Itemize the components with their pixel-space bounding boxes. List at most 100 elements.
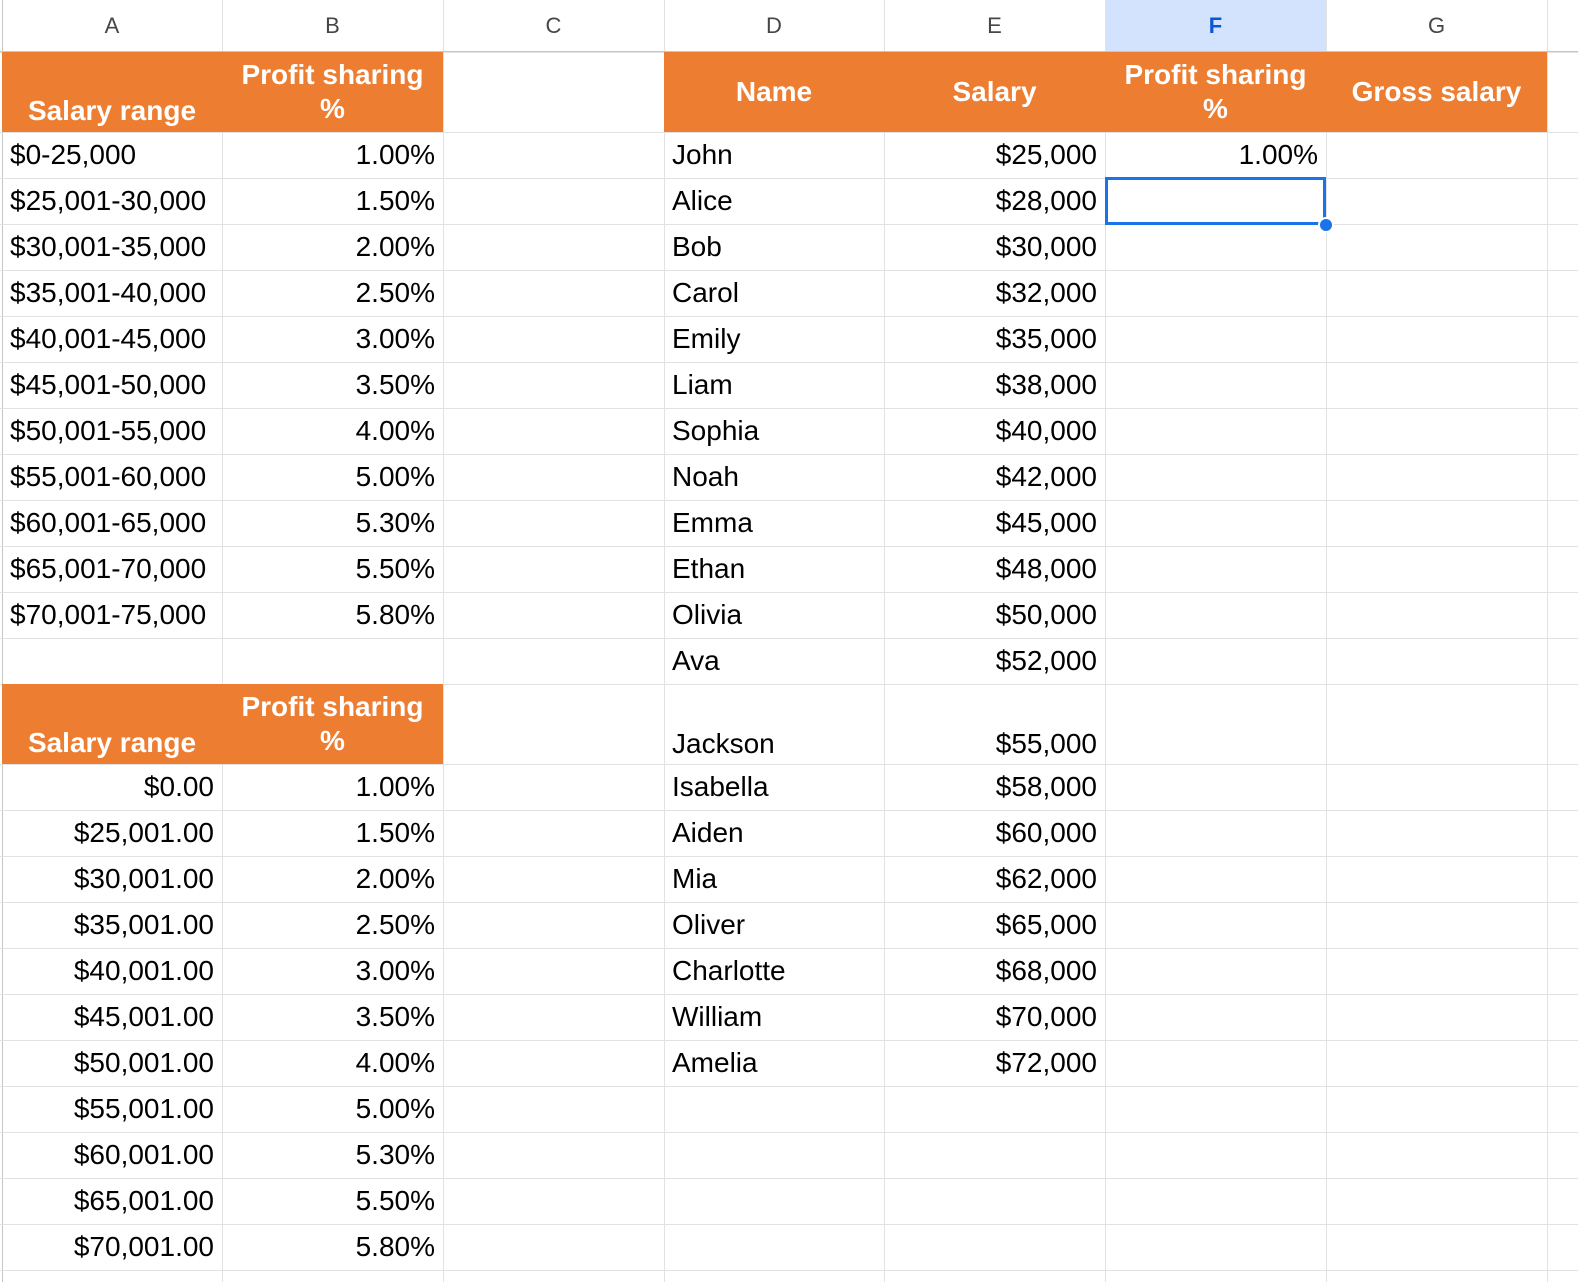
- cell-name[interactable]: William: [664, 994, 884, 1040]
- cell-profit-sharing[interactable]: [1105, 316, 1326, 362]
- cell-profit-sharing[interactable]: [1105, 224, 1326, 270]
- column-header-a[interactable]: A: [2, 0, 222, 52]
- cell-name[interactable]: Alice: [664, 178, 884, 224]
- column-header-e[interactable]: E: [884, 0, 1105, 52]
- cell-profit-sharing[interactable]: [1105, 546, 1326, 592]
- cell-profit-sharing[interactable]: 5.30%: [222, 1132, 443, 1178]
- cell-name[interactable]: Jackson: [664, 684, 884, 764]
- cell-salary[interactable]: $70,000: [884, 994, 1105, 1040]
- cell-salary[interactable]: $52,000: [884, 638, 1105, 684]
- cell-salary-range[interactable]: $0-25,000: [2, 132, 222, 178]
- cell-salary-threshold[interactable]: $30,001.00: [2, 856, 222, 902]
- header-profit-sharing[interactable]: Profit sharing %: [1105, 52, 1326, 132]
- cell-salary-threshold[interactable]: $45,001.00: [2, 994, 222, 1040]
- cell-salary-range[interactable]: $25,001-30,000: [2, 178, 222, 224]
- cell-gross-salary[interactable]: [1326, 178, 1547, 224]
- cell-gross-salary[interactable]: [1326, 224, 1547, 270]
- cell-profit-sharing[interactable]: [1105, 810, 1326, 856]
- cell-gross-salary[interactable]: [1326, 948, 1547, 994]
- cell-profit-sharing[interactable]: 3.00%: [222, 316, 443, 362]
- cell-salary[interactable]: $32,000: [884, 270, 1105, 316]
- cell-salary[interactable]: $55,000: [884, 684, 1105, 764]
- cell-name[interactable]: John: [664, 132, 884, 178]
- column-header-c[interactable]: C: [443, 0, 664, 52]
- cell-profit-sharing[interactable]: [1105, 994, 1326, 1040]
- cell-name[interactable]: Aiden: [664, 810, 884, 856]
- cell-salary[interactable]: $30,000: [884, 224, 1105, 270]
- cell-salary[interactable]: $42,000: [884, 454, 1105, 500]
- cell-profit-sharing[interactable]: 1.00%: [222, 764, 443, 810]
- cell-name[interactable]: Carol: [664, 270, 884, 316]
- cell-profit-sharing[interactable]: 5.50%: [222, 546, 443, 592]
- cell-gross-salary[interactable]: [1326, 270, 1547, 316]
- cell-salary-range[interactable]: $55,001-60,000: [2, 454, 222, 500]
- cell-gross-salary[interactable]: [1326, 132, 1547, 178]
- cell-profit-sharing[interactable]: 5.30%: [222, 500, 443, 546]
- cell-profit-sharing[interactable]: 1.00%: [222, 132, 443, 178]
- cell-name[interactable]: Noah: [664, 454, 884, 500]
- header-salary-range[interactable]: Salary range: [2, 52, 222, 132]
- cell-profit-sharing[interactable]: [1105, 638, 1326, 684]
- cell-name[interactable]: Olivia: [664, 592, 884, 638]
- cell-profit-sharing[interactable]: 5.00%: [222, 1086, 443, 1132]
- cell-name[interactable]: Oliver: [664, 902, 884, 948]
- cell-profit-sharing[interactable]: 1.50%: [222, 178, 443, 224]
- cell-name[interactable]: Sophia: [664, 408, 884, 454]
- header-name[interactable]: Name: [664, 52, 884, 132]
- cell-salary-threshold[interactable]: $40,001.00: [2, 948, 222, 994]
- cell-salary[interactable]: $50,000: [884, 592, 1105, 638]
- cell-salary-range[interactable]: $45,001-50,000: [2, 362, 222, 408]
- cell-salary-threshold[interactable]: $50,001.00: [2, 1040, 222, 1086]
- cell-name[interactable]: Ethan: [664, 546, 884, 592]
- cell-gross-salary[interactable]: [1326, 454, 1547, 500]
- cell-name[interactable]: Emma: [664, 500, 884, 546]
- cell-salary-threshold[interactable]: $65,001.00: [2, 1178, 222, 1224]
- cell-salary-range[interactable]: $30,001-35,000: [2, 224, 222, 270]
- cell-name[interactable]: Ava: [664, 638, 884, 684]
- cell-salary-range[interactable]: $70,001-75,000: [2, 592, 222, 638]
- header-gross-salary[interactable]: Gross salary: [1326, 52, 1547, 132]
- cell-profit-sharing[interactable]: 5.50%: [222, 1178, 443, 1224]
- cell-profit-sharing[interactable]: 4.00%: [222, 1040, 443, 1086]
- cell-gross-salary[interactable]: [1326, 994, 1547, 1040]
- cell-gross-salary[interactable]: [1326, 500, 1547, 546]
- cell-profit-sharing[interactable]: [1105, 1040, 1326, 1086]
- cell-gross-salary[interactable]: [1326, 810, 1547, 856]
- cell-salary[interactable]: $62,000: [884, 856, 1105, 902]
- cell-name[interactable]: Emily: [664, 316, 884, 362]
- header-salary[interactable]: Salary: [884, 52, 1105, 132]
- active-cell-selection[interactable]: [1105, 177, 1326, 225]
- cell-salary[interactable]: $60,000: [884, 810, 1105, 856]
- cell-gross-salary[interactable]: [1326, 684, 1547, 764]
- cell-salary[interactable]: $72,000: [884, 1040, 1105, 1086]
- cell-profit-sharing[interactable]: 3.50%: [222, 362, 443, 408]
- cell-name[interactable]: Charlotte: [664, 948, 884, 994]
- cell-profit-sharing[interactable]: [1105, 902, 1326, 948]
- cell-name[interactable]: Mia: [664, 856, 884, 902]
- fill-handle[interactable]: [1318, 217, 1334, 233]
- column-header-f[interactable]: F: [1105, 0, 1326, 52]
- cell-profit-sharing[interactable]: 1.00%: [1105, 132, 1326, 178]
- cell-profit-sharing[interactable]: [1105, 408, 1326, 454]
- cell-salary[interactable]: $68,000: [884, 948, 1105, 994]
- cell-profit-sharing[interactable]: 5.80%: [222, 1224, 443, 1270]
- cell-salary-threshold[interactable]: $35,001.00: [2, 902, 222, 948]
- cell-profit-sharing[interactable]: [1105, 454, 1326, 500]
- header-profit-sharing[interactable]: Profit sharing %: [222, 684, 443, 764]
- cell-salary[interactable]: $28,000: [884, 178, 1105, 224]
- cell-salary-threshold[interactable]: $60,001.00: [2, 1132, 222, 1178]
- cell-salary[interactable]: $40,000: [884, 408, 1105, 454]
- cell-salary[interactable]: $65,000: [884, 902, 1105, 948]
- cell-profit-sharing[interactable]: [1105, 856, 1326, 902]
- cell-salary-threshold[interactable]: $0.00: [2, 764, 222, 810]
- cell-salary-range[interactable]: $60,001-65,000: [2, 500, 222, 546]
- cell-salary[interactable]: $25,000: [884, 132, 1105, 178]
- column-header-b[interactable]: B: [222, 0, 443, 52]
- cell-gross-salary[interactable]: [1326, 856, 1547, 902]
- cell-gross-salary[interactable]: [1326, 592, 1547, 638]
- cell-name[interactable]: Isabella: [664, 764, 884, 810]
- cell-profit-sharing[interactable]: 3.50%: [222, 994, 443, 1040]
- cell-gross-salary[interactable]: [1326, 638, 1547, 684]
- cell-salary-threshold[interactable]: $55,001.00: [2, 1086, 222, 1132]
- cell-gross-salary[interactable]: [1326, 316, 1547, 362]
